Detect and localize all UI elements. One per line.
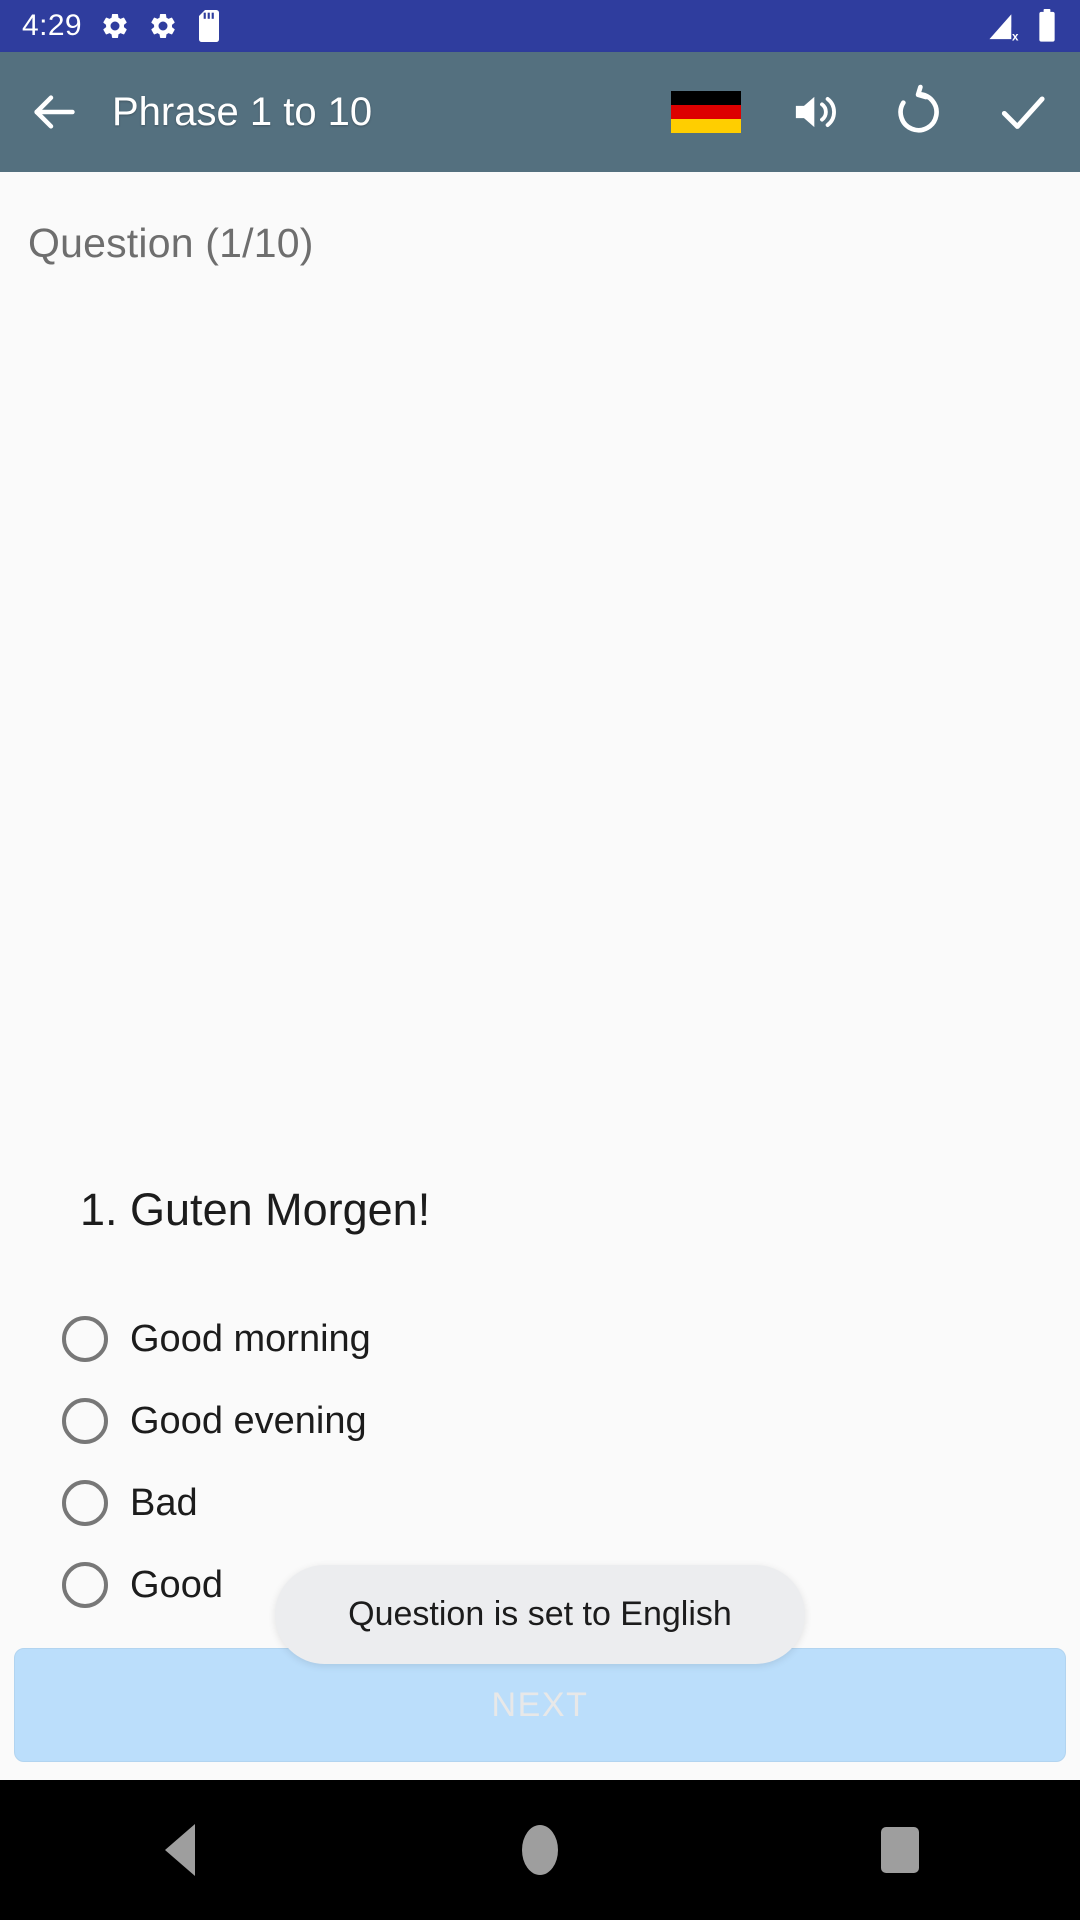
reset-button[interactable] [888,81,950,143]
check-icon [1001,96,1045,129]
status-bar: 4:29 x [0,0,1080,52]
next-button-label: NEXT [491,1685,589,1724]
option-label: Good evening [130,1399,367,1442]
nav-recents-button[interactable] [815,1780,985,1920]
page-title: Phrase 1 to 10 [112,89,373,134]
german-flag-icon [671,91,741,133]
arrow-back-icon [34,95,75,129]
volume-up-icon [795,96,836,128]
app-screen: 4:29 x Phrase 1 to 10 Question (1/10) 1.… [0,0,1080,1920]
app-bar-actions [670,81,1054,143]
next-button[interactable]: NEXT [14,1648,1066,1762]
signal-no-sim-icon: x [989,14,1019,42]
language-flag-button[interactable] [670,81,742,143]
status-bar-right: x [986,9,1058,43]
status-bar-left: 4:29 [22,10,222,42]
recents-icon [881,1827,919,1873]
rotate-left-icon [898,84,939,133]
nav-back-button[interactable] [95,1780,265,1920]
option-label: Good morning [130,1317,371,1360]
radio-button-icon[interactable] [62,1562,108,1608]
radio-button-icon[interactable] [62,1398,108,1444]
question-counter: Question (1/10) [28,220,314,266]
svg-text:x: x [1012,31,1019,42]
submit-button[interactable] [992,81,1054,143]
android-nav-bar [0,1780,1080,1920]
nav-home-button[interactable] [455,1780,625,1920]
status-bar-clock: 4:29 [22,9,82,42]
radio-button-icon[interactable] [62,1480,108,1526]
option-label: Bad [130,1481,198,1524]
gear-icon [151,13,175,38]
option-row[interactable]: Bad [62,1462,1080,1544]
home-icon [522,1825,558,1875]
toast-notification: Question is set to English [275,1565,805,1664]
radio-button-icon[interactable] [62,1316,108,1362]
option-row[interactable]: Good evening [62,1380,1080,1462]
back-button[interactable] [22,80,86,144]
app-bar: Phrase 1 to 10 [0,52,1080,172]
option-row[interactable]: Good morning [62,1298,1080,1380]
option-label: Good [130,1563,223,1606]
sd-card-icon [199,10,219,42]
back-icon [165,1824,195,1876]
gear-icon [103,13,127,38]
quiz-content: Question (1/10) 1. Guten Morgen! Good mo… [0,172,1080,1780]
toast-message: Question is set to English [348,1595,732,1633]
question-text: 1. Guten Morgen! [80,1184,431,1235]
speak-button[interactable] [784,81,846,143]
battery-full-icon [1039,9,1055,42]
